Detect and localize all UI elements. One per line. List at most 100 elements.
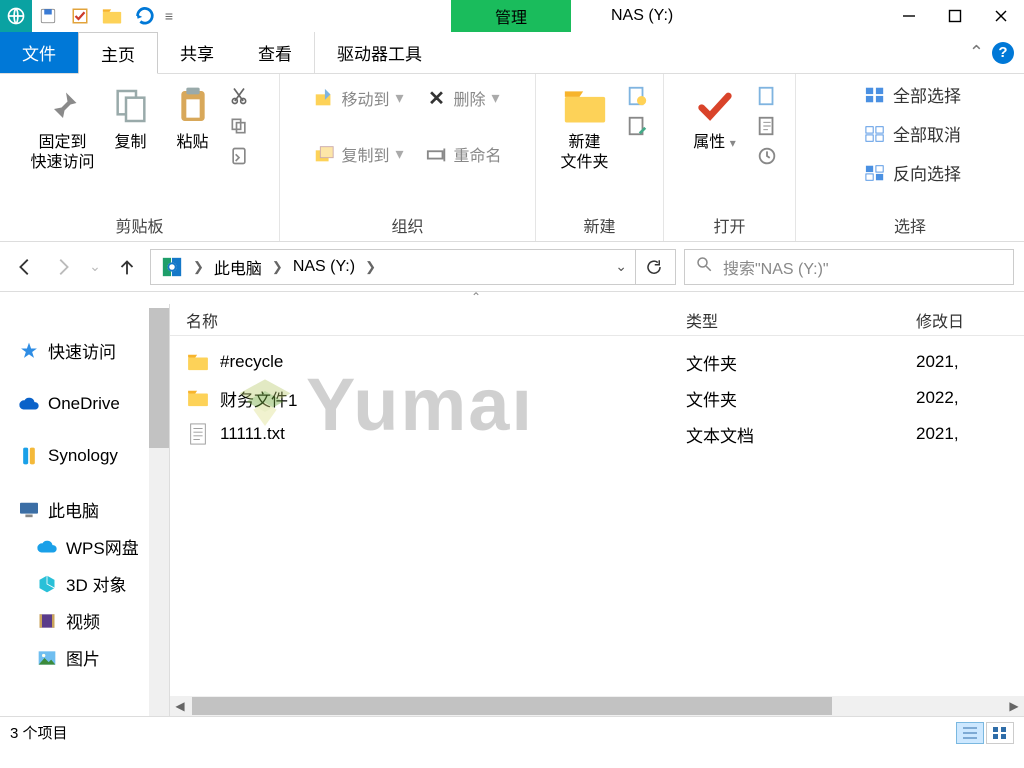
navitem-synology[interactable]: Synology [0, 439, 169, 473]
navitem-thispc[interactable]: 此电脑 [0, 491, 169, 528]
cut-icon[interactable] [227, 84, 251, 108]
new-item-icon[interactable] [625, 84, 649, 108]
copy-to-button[interactable]: 复制到▾ [309, 138, 407, 170]
history-icon[interactable] [755, 144, 779, 168]
file-row[interactable]: #recycle文件夹2021, [186, 344, 1024, 380]
close-button[interactable] [978, 0, 1024, 32]
ribbon: 固定到 快速访问 复制 粘贴 剪贴板 移动 [0, 74, 1024, 242]
column-header-modified[interactable]: 修改日 [916, 308, 1024, 332]
move-to-button[interactable]: 移动到▾ [309, 82, 407, 114]
copy-to-icon [313, 143, 335, 165]
file-type: 文件夹 [686, 386, 916, 411]
search-icon [695, 255, 713, 278]
collapse-ribbon-icon[interactable]: ⌃ [969, 42, 984, 63]
wps-cloud-icon [36, 536, 58, 558]
drive-icon [155, 250, 189, 284]
navitem-3d-objects[interactable]: 3D 对象 [0, 565, 169, 602]
pc-icon [18, 499, 40, 521]
quick-access-toolbar: ≡ [0, 0, 178, 32]
qat-folder-icon[interactable] [96, 0, 128, 32]
file-list[interactable]: #recycle文件夹2021,财务文件1文件夹2022,11111.txt文本… [170, 336, 1024, 452]
window-controls [886, 0, 1024, 32]
paste-icon [171, 84, 215, 128]
context-tab-manage[interactable]: 管理 [451, 0, 571, 32]
minimize-button[interactable] [886, 0, 932, 32]
chevron-right-icon[interactable]: ❯ [189, 259, 208, 275]
view-details-button[interactable] [956, 722, 984, 744]
group-organize-label: 组织 [391, 209, 423, 239]
refresh-button[interactable] [635, 250, 671, 284]
easy-access-icon[interactable] [625, 114, 649, 138]
navitem-wps[interactable]: WPS网盘 [0, 528, 169, 565]
copy-path-icon[interactable] [227, 114, 251, 138]
status-bar: 3 个项目 [0, 716, 1024, 748]
address-row: ⌄ ❯ 此电脑 ❯ NAS (Y:) ❯ ⌄ 搜索"NAS (Y:)" [0, 242, 1024, 292]
scrollbar-thumb[interactable] [192, 697, 832, 715]
edit-icon[interactable] [755, 114, 779, 138]
app-icon[interactable] [0, 0, 32, 32]
tab-drive-tools[interactable]: 驱动器工具 [315, 32, 444, 73]
column-header-name[interactable]: 名称 [186, 308, 686, 332]
rename-icon [426, 143, 448, 165]
navitem-pictures[interactable]: 图片 [0, 639, 169, 676]
paste-button[interactable]: 粘贴 [165, 80, 221, 154]
help-icon[interactable]: ? [992, 42, 1014, 64]
tab-file[interactable]: 文件 [0, 32, 78, 73]
chevron-right-icon[interactable]: ❯ [268, 259, 287, 275]
qat-save-icon[interactable] [32, 0, 64, 32]
file-row[interactable]: 财务文件1文件夹2022, [186, 380, 1024, 416]
group-select-label: 选择 [894, 209, 926, 239]
pin-icon [41, 84, 85, 128]
status-item-count: 3 个项目 [10, 722, 68, 743]
delete-button[interactable]: ✕ 删除▾ [422, 82, 504, 114]
cube-icon [36, 573, 58, 595]
properties-button[interactable]: 属性 ▾ [681, 80, 749, 154]
forward-button[interactable] [48, 252, 78, 282]
rename-button[interactable]: 重命名 [422, 138, 506, 170]
recent-locations-button[interactable]: ⌄ [86, 252, 104, 282]
back-button[interactable] [10, 252, 40, 282]
horizontal-scrollbar[interactable]: ◀ ▶ [170, 696, 1024, 716]
navitem-quick-access[interactable]: 快速访问 [0, 332, 169, 369]
navitem-videos[interactable]: 视频 [0, 602, 169, 639]
deselect-all-button[interactable]: 全部取消 [859, 119, 967, 148]
invert-selection-button[interactable]: 反向选择 [859, 158, 967, 187]
content-area: 快速访问 OneDrive Synology 此电脑 WPS网盘 3D 对象 视… [0, 304, 1024, 716]
properties-icon [693, 84, 737, 128]
pin-to-quick-access-button[interactable]: 固定到 快速访问 [29, 80, 97, 175]
maximize-button[interactable] [932, 0, 978, 32]
new-folder-button[interactable]: 新建 文件夹 [551, 80, 619, 175]
qat-customize-icon[interactable]: ≡ [160, 0, 178, 32]
search-input[interactable]: 搜索"NAS (Y:)" [684, 249, 1014, 285]
file-row[interactable]: 11111.txt文本文档2021, [186, 416, 1024, 452]
copy-icon [109, 84, 153, 128]
titlebar: ≡ 管理 NAS (Y:) [0, 0, 1024, 32]
select-all-icon [865, 86, 885, 104]
select-all-button[interactable]: 全部选择 [859, 80, 967, 109]
cloud-icon [18, 393, 40, 415]
column-header-type[interactable]: 类型 [686, 308, 916, 332]
nav-scrollbar-thumb[interactable] [149, 308, 169, 448]
navitem-onedrive[interactable]: OneDrive [0, 387, 169, 421]
scroll-right-icon[interactable]: ▶ [1004, 699, 1024, 713]
chevron-right-icon[interactable]: ❯ [361, 259, 380, 275]
up-button[interactable] [112, 252, 142, 282]
tab-share[interactable]: 共享 [158, 32, 236, 73]
address-bar[interactable]: ❯ 此电脑 ❯ NAS (Y:) ❯ ⌄ [150, 249, 676, 285]
qat-check-icon[interactable] [64, 0, 96, 32]
tab-view[interactable]: 查看 [236, 32, 315, 73]
paste-shortcut-icon[interactable] [227, 144, 251, 168]
file-name: 11111.txt [220, 424, 686, 444]
copy-button[interactable]: 复制 [103, 80, 159, 154]
scroll-left-icon[interactable]: ◀ [170, 699, 190, 713]
file-list-pane: 名称 类型 修改日 #recycle文件夹2021,财务文件1文件夹2022,1… [170, 304, 1024, 716]
breadcrumb-drive[interactable]: NAS (Y:) [287, 250, 361, 284]
address-dropdown-icon[interactable]: ⌄ [607, 258, 635, 275]
qat-undo-icon[interactable] [128, 0, 160, 32]
breadcrumb-thispc[interactable]: 此电脑 [208, 250, 268, 284]
file-date: 2021, [916, 352, 1024, 372]
view-large-icons-button[interactable] [986, 722, 1014, 744]
tab-home[interactable]: 主页 [78, 32, 158, 74]
column-resize-icon[interactable]: ⌃ [470, 290, 482, 304]
open-icon[interactable] [755, 84, 779, 108]
